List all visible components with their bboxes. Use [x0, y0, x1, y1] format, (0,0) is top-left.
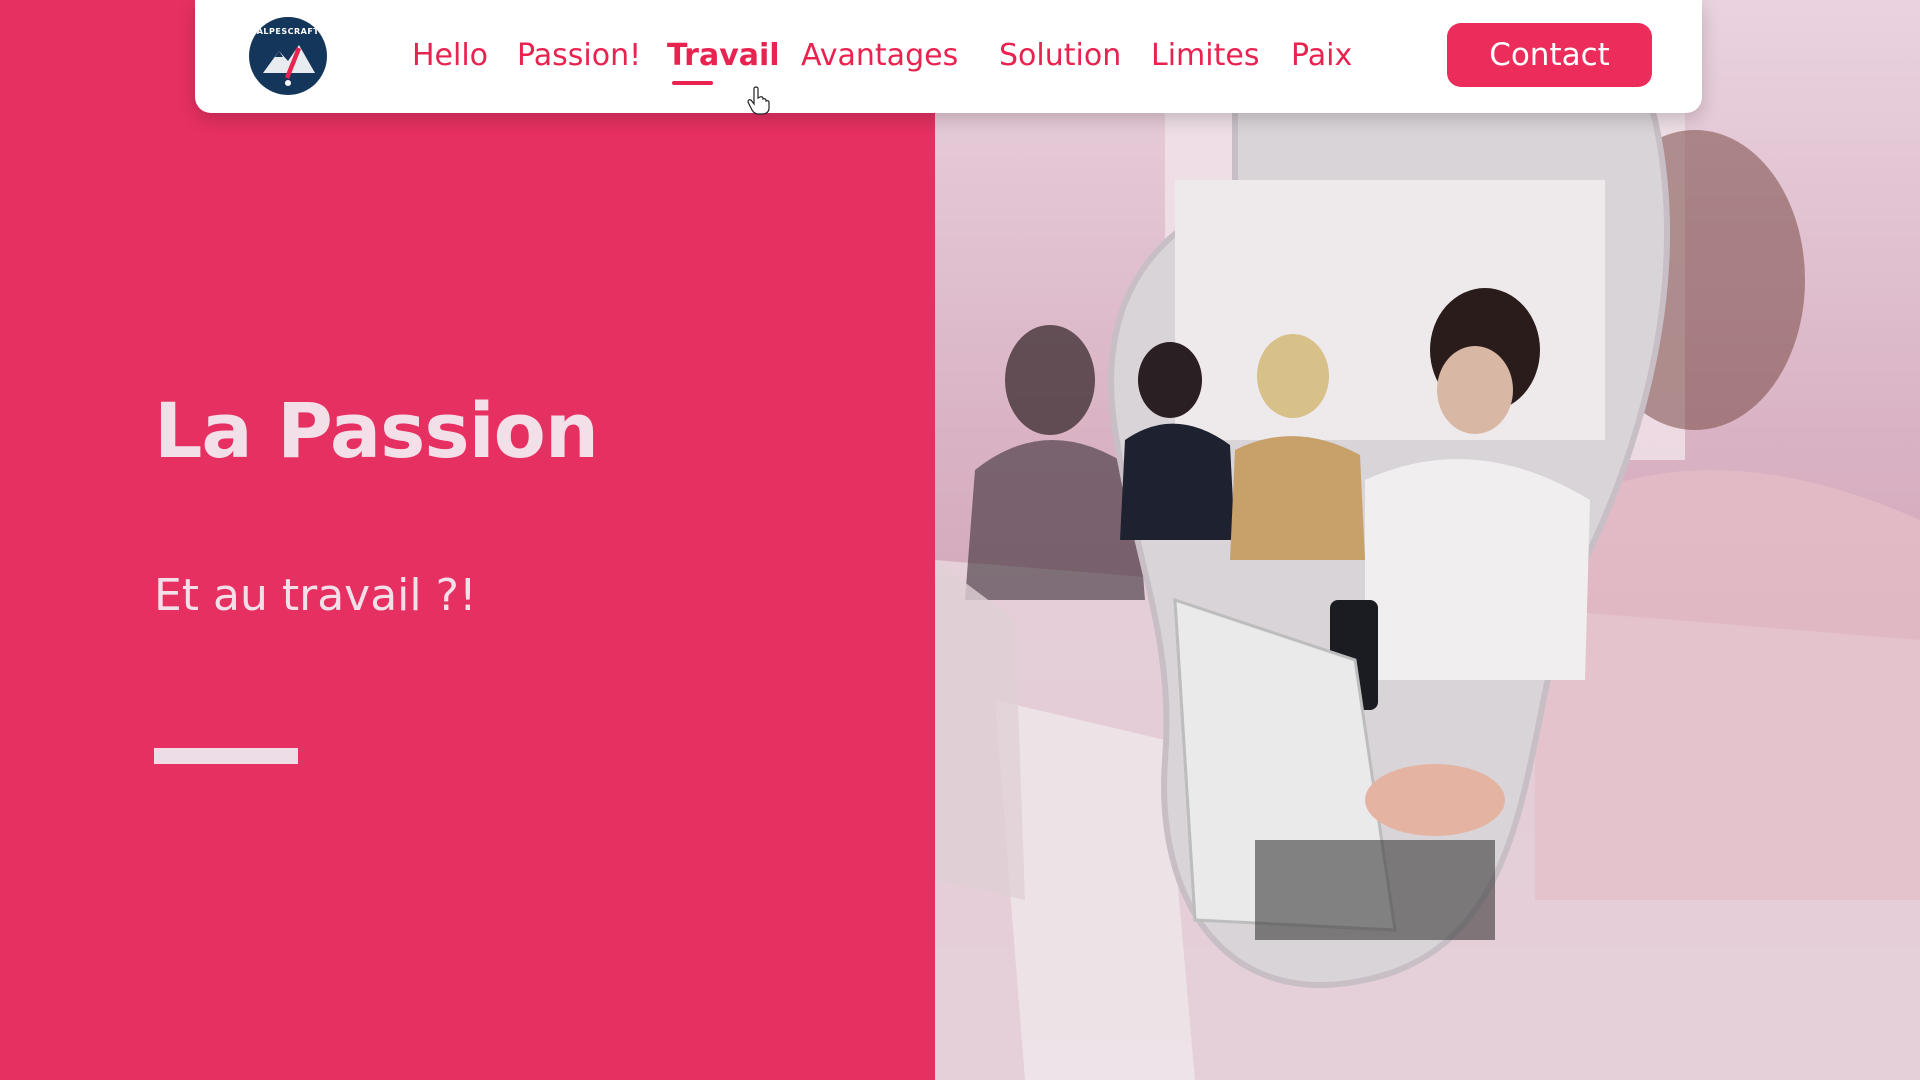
- active-nav-underline: [672, 81, 713, 85]
- nav-item-solution[interactable]: Solution: [999, 38, 1121, 73]
- nav-item-limites[interactable]: Limites: [1151, 38, 1259, 73]
- hero-divider: [154, 748, 298, 764]
- nav-item-avantages[interactable]: Avantages: [801, 38, 958, 73]
- nav-item-travail[interactable]: Travail: [667, 38, 780, 73]
- nav-item-passion[interactable]: Passion!: [517, 38, 641, 73]
- top-navbar: ALPESCRAFT Hello Passion! Travail Avanta…: [195, 0, 1702, 113]
- contact-button[interactable]: Contact: [1447, 23, 1652, 87]
- logo[interactable]: ALPESCRAFT: [249, 17, 327, 95]
- hero-subtitle: Et au travail ?!: [154, 570, 477, 621]
- hero-panel: La Passion Et au travail ?!: [0, 0, 935, 1080]
- hand-pointer-cursor-icon: [747, 86, 770, 115]
- hero-photo: [935, 0, 1920, 1080]
- office-photo-illustration: [935, 36, 1920, 1080]
- hero-title: La Passion: [154, 386, 599, 475]
- mountain-icon: [263, 45, 315, 86]
- nav-item-hello[interactable]: Hello: [412, 38, 488, 73]
- nav-item-paix[interactable]: Paix: [1291, 38, 1352, 73]
